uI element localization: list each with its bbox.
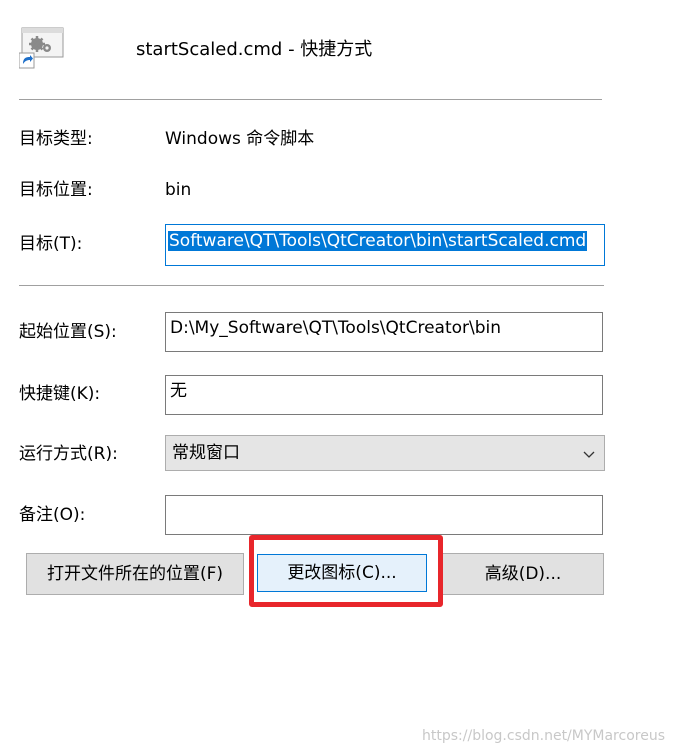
run-label: 运行方式(R): [19,444,118,464]
watermark: https://blog.csdn.net/MYMarcoreus [422,728,665,744]
shortcut-title: startScaled.cmd - 快捷方式 [136,39,373,60]
target-field-text: Software\QT\Tools\QtCreator\bin\startSca… [168,230,602,252]
start-in-label: 起始位置(S): [19,322,117,342]
change-icon-button[interactable]: 更改图标(C)... [257,554,427,592]
shortcut-properties-page: startScaled.cmd - 快捷方式 目标类型: Windows 命令脚… [0,0,674,753]
run-select[interactable]: 常规窗口 [165,435,605,471]
start-in-field[interactable]: D:\My_Software\QT\Tools\QtCreator\bin [165,312,603,352]
run-select-value: 常规窗口 [172,443,240,463]
target-location-label: 目标位置: [19,180,93,200]
target-value-selected: Software\QT\Tools\QtCreator\bin\startSca… [168,231,588,251]
target-label: 目标(T): [19,234,83,254]
open-file-location-button[interactable]: 打开文件所在的位置(F) [26,553,244,595]
chevron-down-icon [582,445,596,459]
hotkey-field[interactable]: 无 [165,375,603,415]
target-type-label: 目标类型: [19,129,93,149]
target-location-value: bin [165,180,192,200]
comment-label: 备注(O): [19,505,86,525]
advanced-button[interactable]: 高级(D)... [442,553,604,595]
gear-shortcut-icon [18,27,65,69]
divider [19,285,604,286]
target-type-value: Windows 命令脚本 [165,129,315,149]
start-in-value: D:\My_Software\QT\Tools\QtCreator\bin [170,318,502,338]
comment-field[interactable] [165,495,603,535]
hotkey-label: 快捷键(K): [19,384,101,404]
hotkey-value: 无 [170,381,187,401]
target-field[interactable]: Software\QT\Tools\QtCreator\bin\startSca… [165,224,605,266]
divider [19,99,602,100]
